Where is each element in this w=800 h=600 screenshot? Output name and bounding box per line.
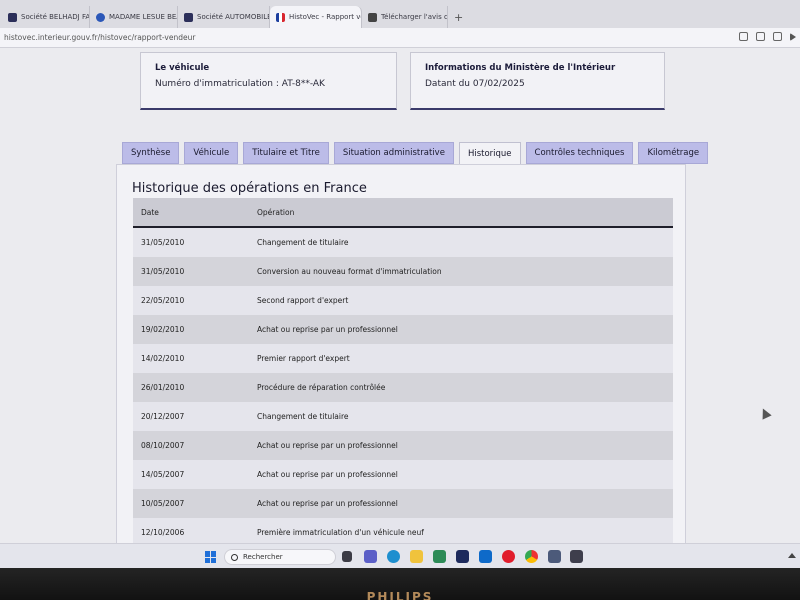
snipping-tool-icon[interactable] xyxy=(570,550,583,563)
taskbar: Rechercher xyxy=(0,543,800,568)
monitor-brand-logo: PHILIPS xyxy=(366,590,434,600)
task-view-icon[interactable] xyxy=(342,551,352,562)
row-operation: Changement de titulaire xyxy=(257,238,349,247)
row-date: 26/01/2010 xyxy=(141,383,185,392)
browser-tab-strip: Société BELHADJ FAZIGH MADAME LESUE BEAU… xyxy=(0,0,800,28)
registration-number: Numéro d'immatriculation : AT-8**-AK xyxy=(155,79,325,89)
table-row: 10/05/2007 Achat ou reprise par un profe… xyxy=(133,489,673,518)
search-icon xyxy=(231,553,238,561)
row-date: 19/02/2010 xyxy=(141,325,185,334)
row-date: 31/05/2010 xyxy=(141,238,185,247)
column-header-date: Date xyxy=(141,207,159,217)
opera-icon[interactable] xyxy=(502,550,515,563)
row-date: 14/05/2007 xyxy=(141,470,185,479)
browser-tab-label: Société BELHADJ FAZIGH xyxy=(21,13,90,21)
browser-tab-label: HistoVec - Rapport vendeur xyxy=(289,13,361,21)
row-operation: Première immatriculation d'un véhicule n… xyxy=(257,528,424,537)
table-row: 26/01/2010 Procédure de réparation contr… xyxy=(133,373,673,402)
table-header: Date Opération xyxy=(133,198,673,228)
row-operation: Achat ou reprise par un professionnel xyxy=(257,325,398,334)
flag-icon xyxy=(276,12,285,22)
play-icon[interactable] xyxy=(790,33,796,41)
info-icon xyxy=(96,12,105,22)
outlook-icon[interactable] xyxy=(479,550,492,563)
table-row: 08/10/2007 Achat ou reprise par un profe… xyxy=(133,431,673,460)
calculator-icon[interactable] xyxy=(548,550,561,563)
edge-icon[interactable] xyxy=(387,550,400,563)
row-operation: Achat ou reprise par un professionnel xyxy=(257,470,398,479)
monitor-bezel: PHILIPS xyxy=(0,568,800,600)
table-row: 12/10/2006 Première immatriculation d'un… xyxy=(133,518,673,543)
browser-tab-label: MADAME LESUE BEAUL... xyxy=(109,13,177,21)
row-date: 22/05/2010 xyxy=(141,296,185,305)
vehicle-card: Le véhicule Numéro d'immatriculation : A… xyxy=(140,52,397,110)
tab-situation-administrative[interactable]: Situation administrative xyxy=(333,142,454,164)
l-app-icon[interactable] xyxy=(456,550,469,563)
data-date: Datant du 07/02/2025 xyxy=(425,79,525,89)
mouse-cursor-icon xyxy=(758,406,772,420)
toolbar-icons xyxy=(739,32,796,41)
browser-tab[interactable]: Télécharger l'avis de situa... xyxy=(362,6,448,28)
monitor-screen: Société BELHADJ FAZIGH MADAME LESUE BEAU… xyxy=(0,0,800,568)
browser-tab[interactable]: MADAME LESUE BEAUL... xyxy=(90,6,178,28)
url-text[interactable]: histovec.interieur.gouv.fr/histovec/rapp… xyxy=(4,33,195,42)
table-row: 31/05/2010 Changement de titulaire xyxy=(133,228,673,257)
row-date: 10/05/2007 xyxy=(141,499,185,508)
browser-tab-label: Société AUTOMOBILES LE... xyxy=(197,13,269,21)
table-row: 31/05/2010 Conversion au nouveau format … xyxy=(133,257,673,286)
column-header-operation: Opération xyxy=(257,207,295,217)
table-row: 22/05/2010 Second rapport d'expert xyxy=(133,286,673,315)
ministry-card-title: Informations du Ministère de l'Intérieur xyxy=(425,63,616,73)
row-date: 08/10/2007 xyxy=(141,441,185,450)
row-date: 14/02/2010 xyxy=(141,354,185,363)
row-operation: Second rapport d'expert xyxy=(257,296,349,305)
vehicle-card-title: Le véhicule xyxy=(155,63,210,73)
search-placeholder: Rechercher xyxy=(243,553,283,561)
row-date: 20/12/2007 xyxy=(141,412,185,421)
browser-tab-active[interactable]: HistoVec - Rapport vendeur xyxy=(270,6,362,28)
p-icon xyxy=(184,12,193,22)
row-operation: Premier rapport d'expert xyxy=(257,354,350,363)
tab-vehicule[interactable]: Véhicule xyxy=(184,142,239,164)
row-operation: Changement de titulaire xyxy=(257,412,349,421)
chrome-icon[interactable] xyxy=(525,550,538,563)
history-panel: Historique des opérations en France Date… xyxy=(116,164,686,543)
browser-tab[interactable]: Société BELHADJ FAZIGH xyxy=(2,6,90,28)
history-table: Date Opération 31/05/2010 Changement de … xyxy=(133,198,673,543)
camera-icon[interactable] xyxy=(756,32,765,41)
taskbar-search-input[interactable]: Rechercher xyxy=(224,549,336,565)
table-row: 20/12/2007 Changement de titulaire xyxy=(133,402,673,431)
browser-tab-label: Télécharger l'avis de situa... xyxy=(381,13,448,21)
tab-titulaire-titre[interactable]: Titulaire et Titre xyxy=(243,142,329,164)
new-tab-button[interactable]: + xyxy=(448,6,469,28)
grid-app-icon[interactable] xyxy=(433,550,446,563)
row-date: 31/05/2010 xyxy=(141,267,185,276)
p-icon xyxy=(8,12,17,22)
row-date: 12/10/2006 xyxy=(141,528,185,537)
windows-start-icon[interactable] xyxy=(205,551,217,563)
teams-icon[interactable] xyxy=(364,550,377,563)
row-operation: Conversion au nouveau format d'immatricu… xyxy=(257,267,442,276)
address-bar[interactable]: histovec.interieur.gouv.fr/histovec/rapp… xyxy=(0,28,800,48)
folder-icon[interactable] xyxy=(410,550,423,563)
browser-tab[interactable]: Société AUTOMOBILES LE... xyxy=(178,6,270,28)
tab-synthese[interactable]: Synthèse xyxy=(122,142,180,164)
history-title: Historique des opérations en France xyxy=(132,181,367,196)
row-operation: Procédure de réparation contrôlée xyxy=(257,383,386,392)
table-row: 14/05/2007 Achat ou reprise par un profe… xyxy=(133,460,673,489)
edit-icon[interactable] xyxy=(739,32,748,41)
row-operation: Achat ou reprise par un professionnel xyxy=(257,499,398,508)
tab-historique[interactable]: Historique xyxy=(458,142,521,166)
report-tabs: Synthèse Véhicule Titulaire et Titre Sit… xyxy=(122,142,709,166)
page-content: Le véhicule Numéro d'immatriculation : A… xyxy=(0,48,800,543)
tab-controles-techniques[interactable]: Contrôles techniques xyxy=(525,142,634,164)
ministry-card: Informations du Ministère de l'Intérieur… xyxy=(410,52,665,110)
tab-kilometrage[interactable]: Kilométrage xyxy=(638,142,709,164)
document-icon xyxy=(368,12,377,22)
shield-icon[interactable] xyxy=(773,32,782,41)
row-operation: Achat ou reprise par un professionnel xyxy=(257,441,398,450)
table-row: 14/02/2010 Premier rapport d'expert xyxy=(133,344,673,373)
table-row: 19/02/2010 Achat ou reprise par un profe… xyxy=(133,315,673,344)
chevron-up-icon[interactable] xyxy=(788,553,796,558)
